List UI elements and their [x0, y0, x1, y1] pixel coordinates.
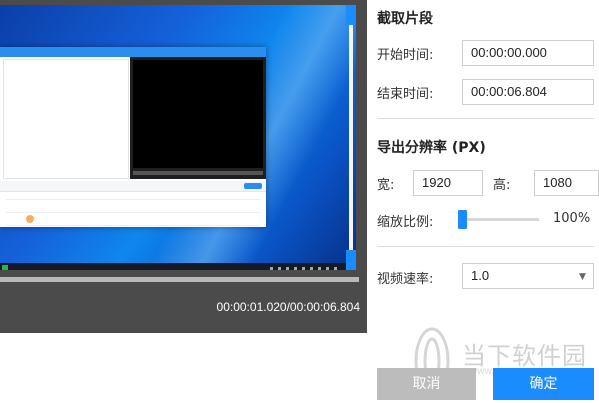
section-divider — [377, 118, 594, 119]
recorded-app-toolbar — [0, 181, 266, 192]
scale-label: 缩放比例: — [377, 215, 434, 230]
crop-handle-bottom-right[interactable] — [346, 250, 356, 270]
recorded-app-cursor-highlight — [26, 215, 34, 223]
chevron-down-icon[interactable]: ▼ — [579, 272, 586, 282]
crop-border — [349, 5, 353, 270]
recorded-app-player-controls — [133, 171, 263, 175]
video-preview-area: 00:00:01.020/00:00:06.804 — [0, 0, 367, 333]
recorded-app-button — [244, 183, 262, 189]
recorded-app-list-line — [6, 199, 260, 200]
recorded-app-list-line — [6, 212, 260, 213]
width-input[interactable]: 1920 — [413, 170, 483, 196]
crop-handle-top-right[interactable] — [346, 5, 356, 25]
tray-icons — [270, 267, 340, 270]
recorded-app-list-line — [6, 225, 260, 226]
scale-value: 100% — [553, 211, 591, 226]
speed-select[interactable]: 1.0 — [462, 263, 594, 289]
recorded-taskbar — [0, 263, 356, 270]
scale-slider-track[interactable] — [463, 218, 539, 221]
recorded-app-file-panel — [3, 59, 129, 179]
start-time-label: 开始时间: — [377, 48, 434, 63]
section-divider — [377, 246, 594, 247]
cancel-button[interactable]: 取消 — [377, 368, 476, 400]
recorded-app-player — [130, 57, 266, 179]
height-input[interactable]: 1080 — [534, 170, 599, 196]
scale-slider-thumb[interactable] — [458, 210, 467, 229]
end-time-label: 结束时间: — [377, 87, 434, 102]
confirm-button[interactable]: 确定 — [493, 368, 594, 400]
end-time-input[interactable]: 00:00:06.804 — [462, 79, 594, 105]
video-frame[interactable] — [0, 5, 356, 270]
playback-progress-bar[interactable] — [0, 277, 359, 282]
recorded-app-titlebar — [0, 47, 266, 57]
recorded-app-player-screen — [133, 60, 263, 168]
start-icon — [2, 265, 8, 270]
playback-timecode: 00:00:01.020/00:00:06.804 — [216, 300, 360, 314]
start-time-input[interactable]: 00:00:00.000 — [462, 40, 594, 66]
recorded-app-window — [0, 47, 266, 227]
resolution-section-title: 导出分辨率 (PX) — [377, 140, 486, 156]
height-label: 高: — [493, 178, 511, 193]
clip-section-title: 截取片段 — [377, 11, 433, 27]
speed-label: 视频速率: — [377, 272, 434, 287]
width-label: 宽: — [377, 178, 395, 193]
